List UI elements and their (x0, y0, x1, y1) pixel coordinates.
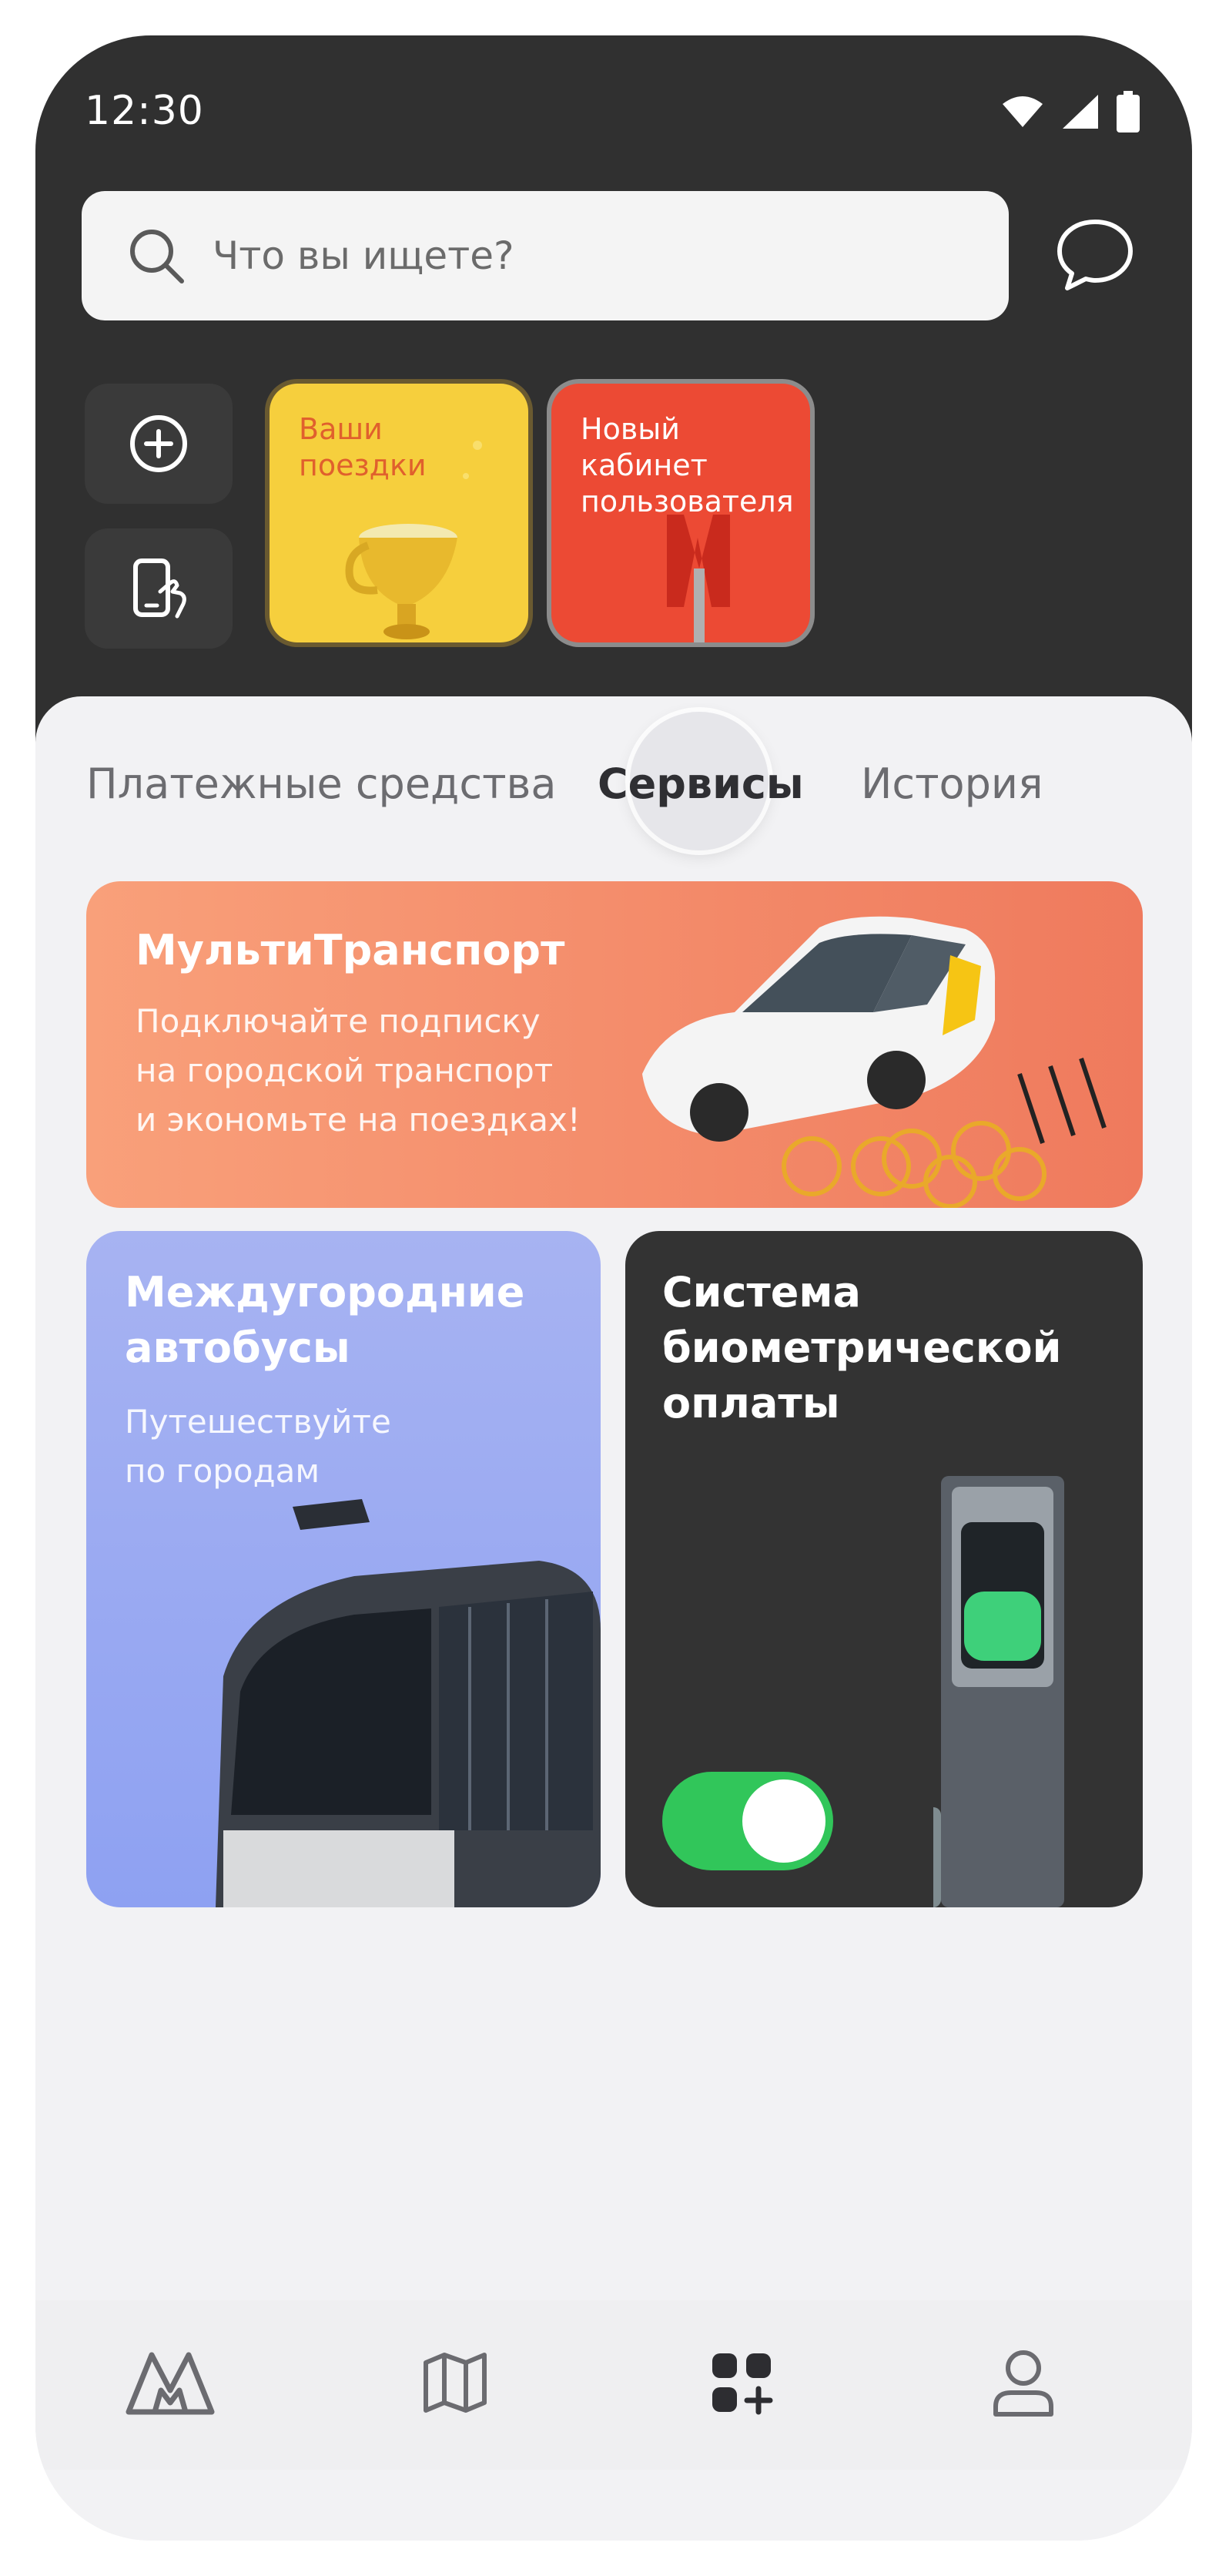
nav-services[interactable] (692, 2333, 792, 2433)
nav-map[interactable] (405, 2333, 505, 2433)
plus-circle-icon (130, 415, 187, 472)
phone-tap-icon (133, 558, 186, 619)
story-label: Новый кабинет пользователя (581, 412, 794, 518)
biometric-toggle[interactable] (662, 1772, 833, 1870)
map-icon (424, 2353, 487, 2413)
card-multitransport[interactable]: МультиТранспорт Подключайте подписку на … (86, 881, 1143, 1208)
toggle-knob (742, 1779, 825, 1863)
signal-icon (1063, 95, 1098, 129)
card-subtitle: Подключайте подписку на городской трансп… (136, 1002, 581, 1139)
status-icons (1001, 91, 1140, 132)
metro-logo-icon (126, 2352, 215, 2415)
add-button[interactable] (85, 384, 233, 504)
status-time: 12:30 (85, 88, 204, 134)
phone-screen: 12:30 Что вы ищете? Ваши поездки Новый к… (35, 35, 1192, 2541)
card-title: Система биометрической оплаты (662, 1268, 1062, 1427)
search-placeholder: Что вы ищете? (213, 233, 514, 278)
card-title: Междугородние автобусы (125, 1268, 525, 1372)
header-area: 12:30 Что вы ищете? Ваши поездки Новый к… (35, 35, 1192, 790)
profile-icon (993, 2350, 1053, 2417)
nav-profile[interactable] (973, 2333, 1073, 2433)
services-grid-icon (712, 2353, 773, 2415)
card-title: МультиТранспорт (136, 926, 565, 974)
bus-illustration (216, 1499, 601, 1907)
search-bar[interactable]: Что вы ищете? (82, 191, 1009, 320)
story-label: Ваши поездки (299, 412, 427, 482)
wifi-icon (1003, 96, 1043, 127)
card-intercity-buses[interactable]: Междугородние автобусы Путешествуйте по … (86, 1231, 601, 1907)
story-new-cabinet[interactable]: Новый кабинет пользователя (551, 384, 810, 642)
tab-payment-methods[interactable]: Платежные средства (86, 760, 556, 808)
card-biometric-payment[interactable]: Система биометрической оплаты (625, 1231, 1143, 1907)
search-icon (130, 230, 184, 283)
tab-history[interactable]: История (861, 760, 1043, 808)
nfc-pay-button[interactable] (85, 528, 233, 649)
story-your-trips[interactable]: Ваши поездки (270, 384, 528, 642)
nav-metro[interactable] (120, 2333, 220, 2433)
chat-icon[interactable] (1053, 217, 1137, 293)
tab-services[interactable]: Сервисы (598, 760, 804, 808)
taxi-car-bikes-illustration (642, 916, 1107, 1208)
biometric-terminal-illustration (933, 1476, 1064, 1907)
battery-icon (1117, 91, 1140, 132)
